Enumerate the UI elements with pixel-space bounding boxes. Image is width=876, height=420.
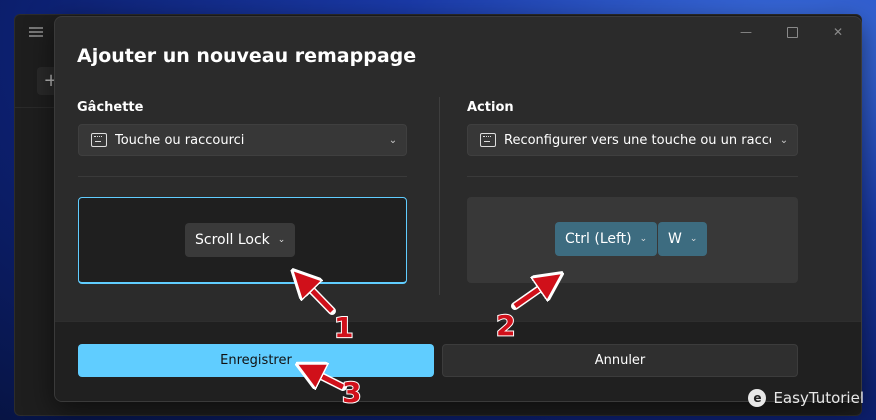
- window-controls: — ✕: [723, 17, 861, 47]
- close-icon[interactable]: ✕: [815, 17, 861, 47]
- keyboard-icon: [91, 133, 107, 147]
- action-key-value-2: W: [668, 231, 682, 247]
- action-type-dropdown[interactable]: Reconfigurer vers une touche ou un racco…: [467, 124, 798, 156]
- chevron-down-icon: ⌄: [779, 134, 789, 146]
- action-type-value: Reconfigurer vers une touche ou un racco: [504, 132, 771, 148]
- trigger-type-value: Touche ou raccourci: [115, 132, 245, 148]
- maximize-icon[interactable]: [769, 17, 815, 47]
- action-key-value-1: Ctrl (Left): [565, 231, 632, 247]
- action-separator: [467, 176, 798, 177]
- watermark: e EasyTutoriel: [748, 389, 864, 407]
- trigger-key-select[interactable]: Scroll Lock ⌄: [185, 223, 296, 257]
- remap-dialog: — ✕ Ajouter un nouveau remappage Gâchett…: [54, 16, 862, 402]
- menu-icon[interactable]: [29, 27, 43, 37]
- dialog-title: Ajouter un nouveau remappage: [77, 45, 417, 67]
- cancel-button[interactable]: Annuler: [442, 344, 798, 377]
- action-label: Action: [467, 100, 514, 115]
- keyboard-icon: [480, 133, 496, 147]
- chevron-down-icon: ⌄: [277, 235, 286, 245]
- chevron-down-icon: ⌄: [639, 234, 648, 244]
- trigger-type-dropdown[interactable]: Touche ou raccourci ⌄: [78, 124, 407, 156]
- minimize-icon[interactable]: —: [723, 17, 769, 47]
- save-button[interactable]: Enregistrer: [78, 344, 434, 377]
- trigger-key-panel[interactable]: Scroll Lock ⌄: [78, 197, 407, 284]
- watermark-text: EasyTutoriel: [773, 389, 864, 407]
- trigger-label: Gâchette: [77, 100, 144, 115]
- action-key-select-1[interactable]: Ctrl (Left) ⌄: [555, 222, 658, 256]
- trigger-separator: [78, 176, 407, 177]
- brand-logo-icon: e: [748, 389, 767, 407]
- chevron-down-icon: ⌄: [689, 234, 698, 244]
- action-key-panel[interactable]: Ctrl (Left) ⌄ W ⌄: [467, 197, 798, 283]
- column-divider: [439, 97, 440, 295]
- chevron-down-icon: ⌄: [388, 134, 398, 146]
- trigger-key-value: Scroll Lock: [195, 232, 270, 248]
- action-key-select-2[interactable]: W ⌄: [658, 222, 708, 256]
